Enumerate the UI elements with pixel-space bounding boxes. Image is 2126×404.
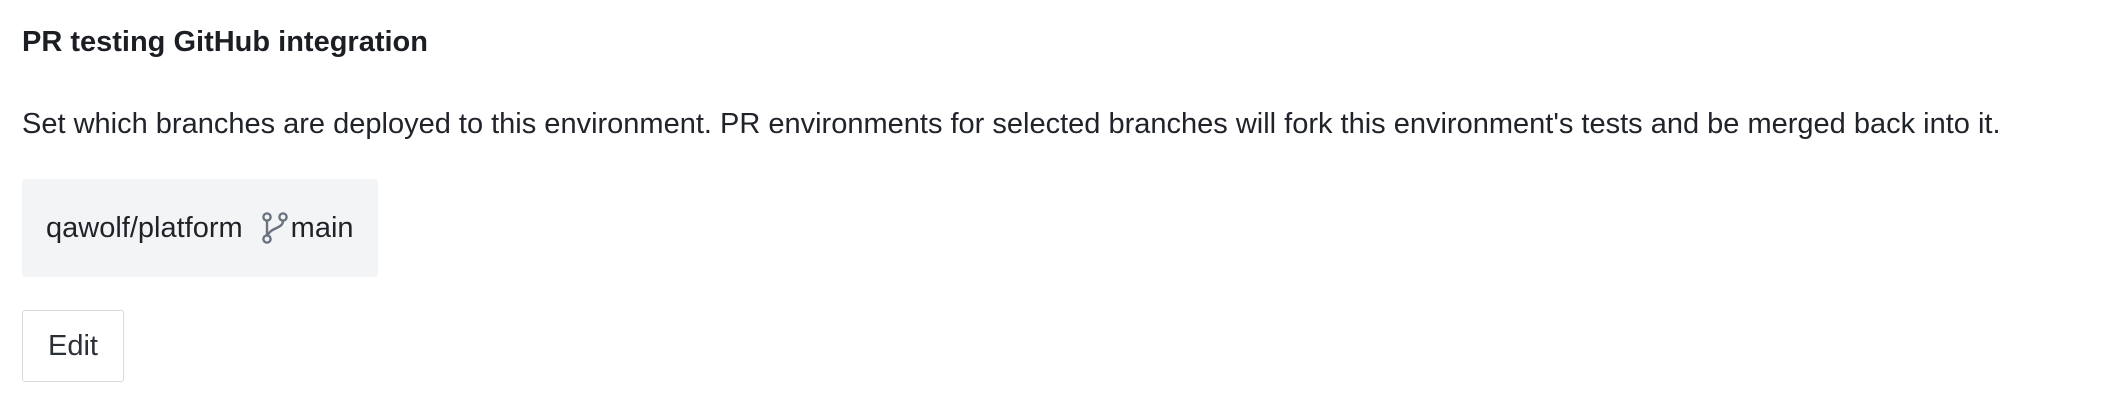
repo-branch-chip: qawolf/platform main: [22, 179, 378, 277]
section-description: Set which branches are deployed to this …: [22, 108, 2001, 140]
git-branch-icon: [261, 211, 289, 245]
branch-name: main: [290, 211, 354, 244]
repo-name: qawolf/platform: [46, 211, 243, 244]
section-title: PR testing GitHub integration: [22, 26, 428, 58]
edit-button[interactable]: Edit: [22, 310, 124, 382]
